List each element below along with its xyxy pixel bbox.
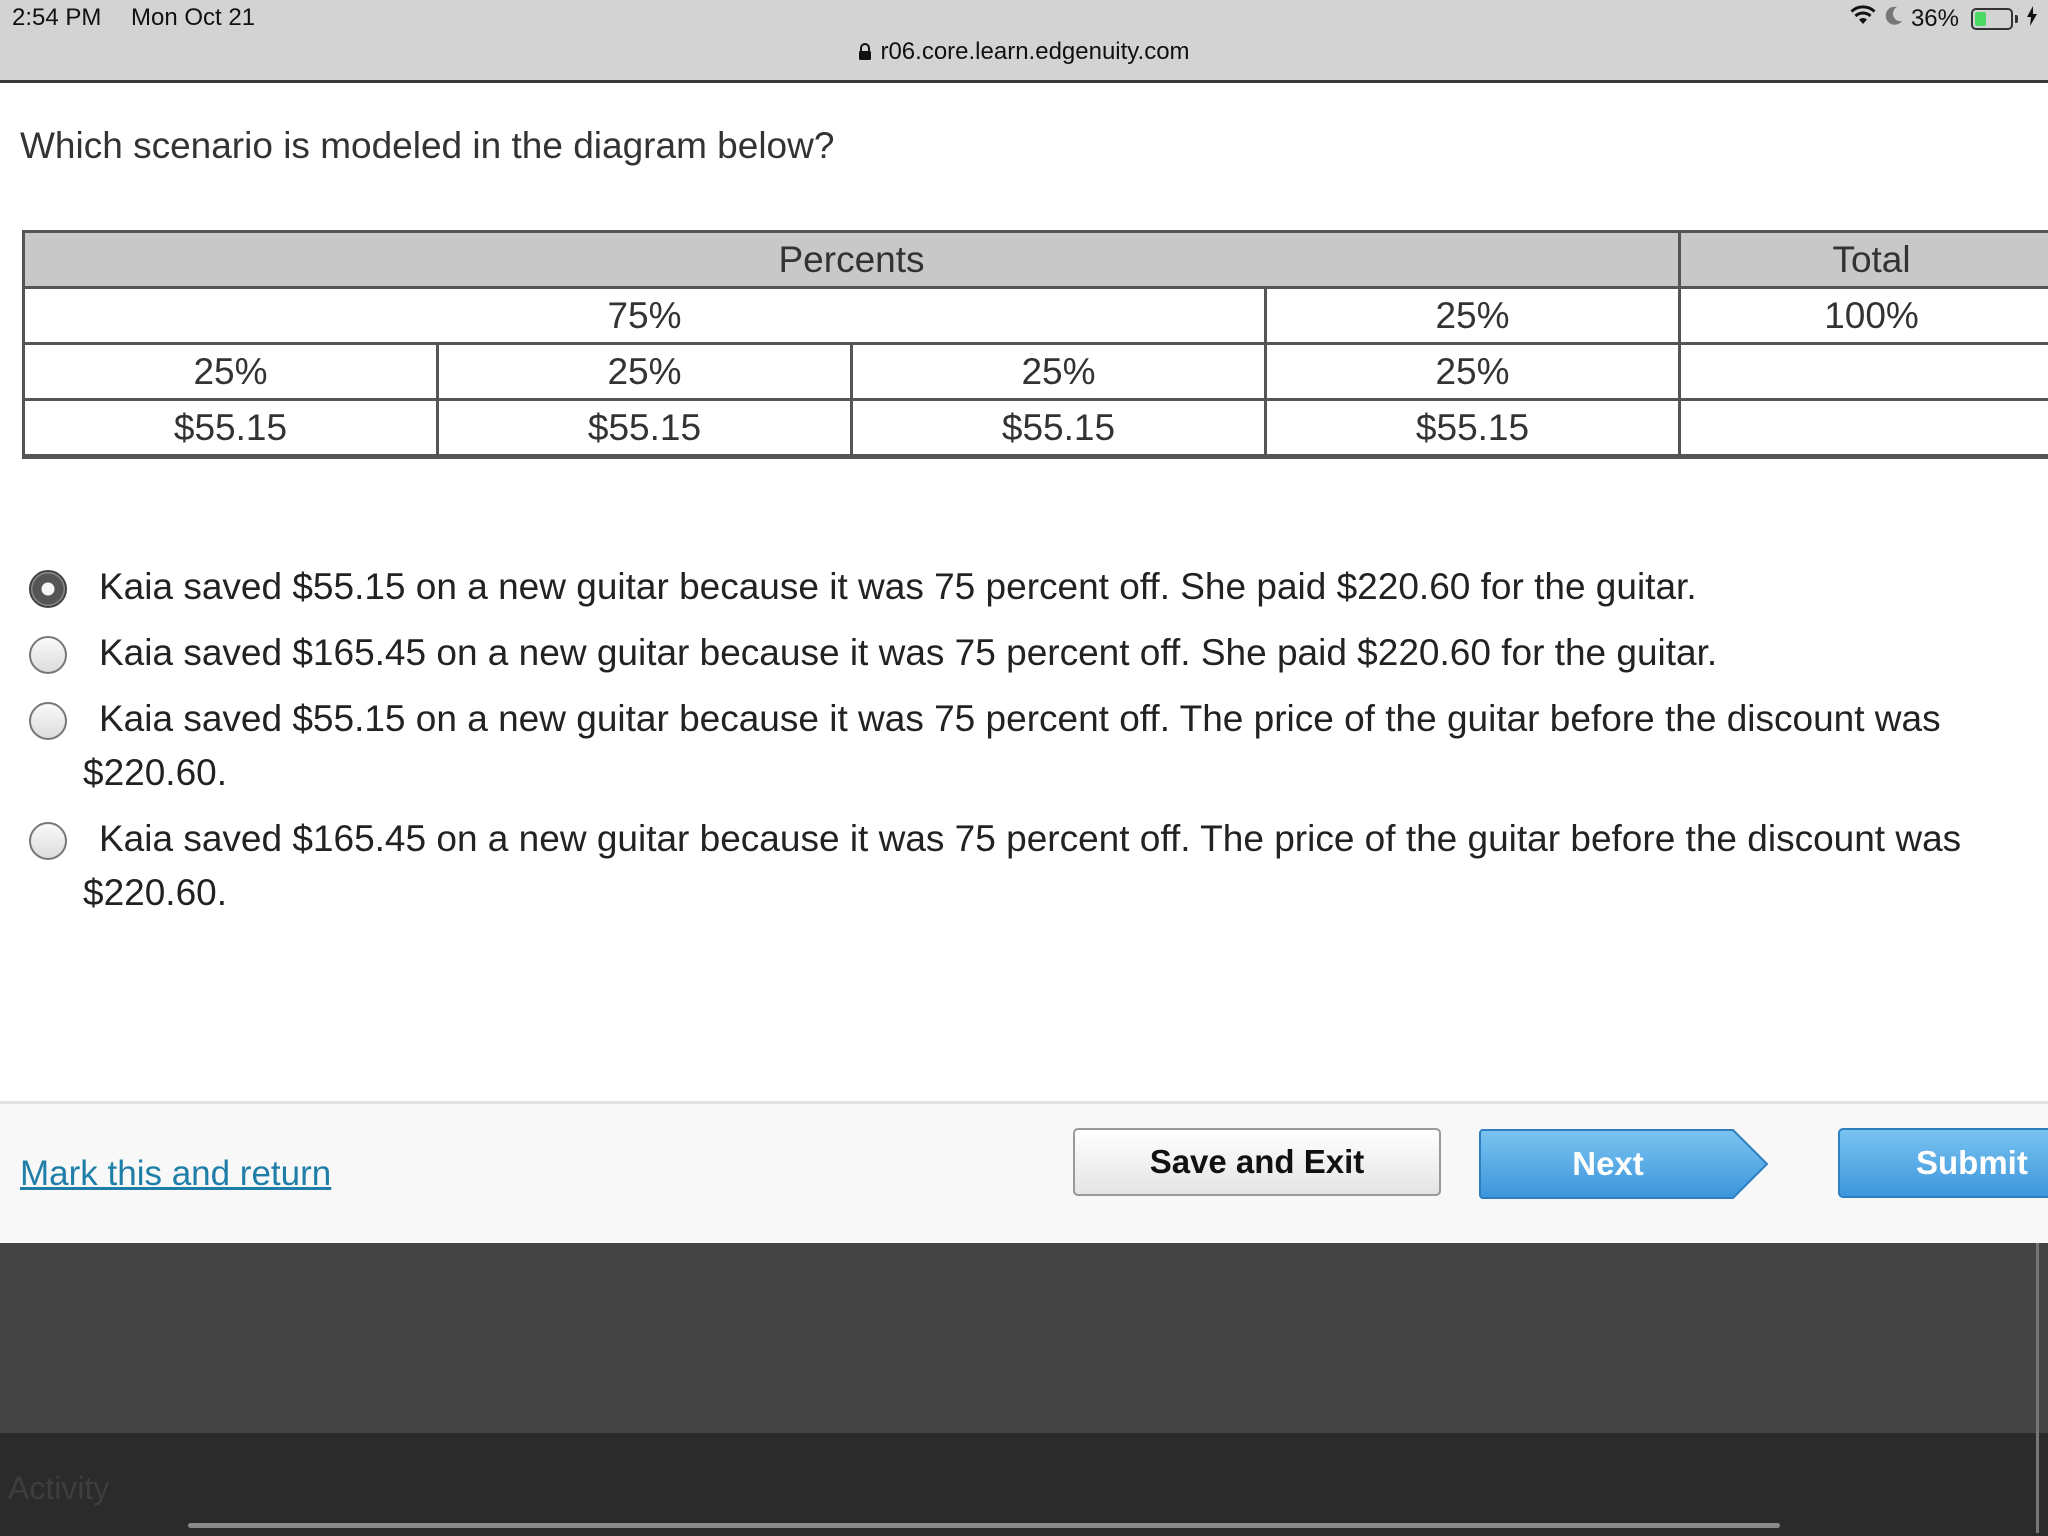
activity-bar xyxy=(0,1433,2048,1536)
wifi-icon xyxy=(1849,4,1877,33)
status-time: 2:54 PM xyxy=(12,4,102,31)
status-date: Mon Oct 21 xyxy=(131,4,256,31)
battery-icon xyxy=(1971,7,2013,30)
scrollbar[interactable] xyxy=(2036,1243,2039,1533)
table-cell: $55.15 xyxy=(22,398,439,458)
header-total: Total xyxy=(1678,230,2048,289)
answer-option-text-continued: $220.60. xyxy=(83,872,228,913)
table-cell xyxy=(1678,342,2048,401)
address-bar[interactable]: r06.core.learn.edgenuity.com xyxy=(0,38,2048,68)
cell-75-percent: 75% xyxy=(22,286,1267,345)
table-cell: 25% xyxy=(850,342,1267,401)
browser-status-bar: 2:54 PM Mon Oct 21 36% r06.core.learn.ed… xyxy=(0,0,2048,83)
table-row: 75% 25% 100% xyxy=(22,286,2048,345)
cell-25-percent: 25% xyxy=(1263,286,1682,345)
answer-option-text: Kaia saved $55.15 on a new guitar becaus… xyxy=(99,698,1941,739)
cell-100-percent: 100% xyxy=(1678,286,2048,345)
answer-option-text: Kaia saved $55.15 on a new guitar becaus… xyxy=(99,566,1697,607)
answer-option-text: Kaia saved $165.45 on a new guitar becau… xyxy=(99,632,1718,673)
home-indicator[interactable] xyxy=(188,1523,1780,1528)
radio-button[interactable] xyxy=(29,822,67,860)
question-prompt: Which scenario is modeled in the diagram… xyxy=(20,125,835,166)
url-text: r06.core.learn.edgenuity.com xyxy=(880,38,1190,65)
assessment-footer: Mark this and return Save and Exit Next … xyxy=(0,1101,2048,1246)
radio-button[interactable] xyxy=(29,636,67,674)
next-button[interactable]: Next xyxy=(1478,1128,1770,1200)
table-cell xyxy=(1678,398,2048,458)
mark-and-return-link[interactable]: Mark this and return xyxy=(20,1154,331,1194)
radio-button[interactable] xyxy=(29,570,67,608)
charging-bolt-icon xyxy=(2026,5,2038,33)
next-button-label: Next xyxy=(1572,1145,1644,1182)
table-cell: 25% xyxy=(436,342,853,401)
battery-percent: 36% xyxy=(1910,4,1959,32)
submit-button[interactable]: Submit xyxy=(1838,1128,2048,1198)
table-cell: 25% xyxy=(22,342,439,401)
table-cell: $55.15 xyxy=(436,398,853,458)
answer-option-text-continued: $220.60. xyxy=(83,752,228,793)
radio-button[interactable] xyxy=(29,702,67,740)
answer-option-text: Kaia saved $165.45 on a new guitar becau… xyxy=(99,818,1962,859)
status-icons: 36% xyxy=(1849,4,2038,33)
moon-icon xyxy=(1885,5,1903,33)
save-and-exit-button[interactable]: Save and Exit xyxy=(1073,1128,1441,1196)
table-cell: 25% xyxy=(1263,342,1682,401)
table-row: 25% 25% 25% 25% xyxy=(22,342,2048,401)
table-row: Percents Total xyxy=(21,230,2048,289)
lock-icon xyxy=(858,40,872,68)
lower-panel xyxy=(0,1243,2048,1433)
table-row: $55.15 $55.15 $55.15 $55.15 xyxy=(22,398,2048,458)
percent-diagram-table: Percents Total 75% 25% 100% 25% 25% 25% … xyxy=(21,230,2048,459)
table-cell: $55.15 xyxy=(1263,398,1682,458)
activity-label: Activity xyxy=(8,1470,110,1506)
table-cell: $55.15 xyxy=(850,398,1267,458)
header-percents: Percents xyxy=(21,230,1682,289)
